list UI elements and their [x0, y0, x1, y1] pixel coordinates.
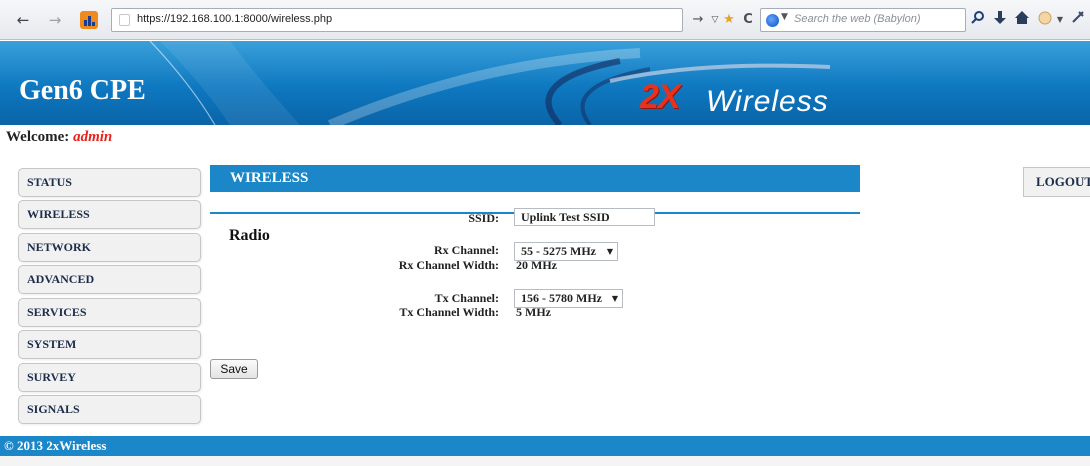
chevron-down-icon: ▼	[611, 294, 618, 303]
header-swoosh-graphic	[149, 41, 831, 125]
radio-heading: Radio	[229, 227, 270, 244]
sidebar-item-signals[interactable]: SIGNALS	[18, 395, 201, 424]
site-footer: © 2013 2xWireless	[0, 436, 1090, 456]
rx-channel-width-label: Rx Channel Width:	[398, 258, 499, 272]
sidebar-item-advanced[interactable]: ADVANCED	[18, 265, 201, 294]
page-bottom-strip	[0, 456, 1090, 466]
tx-channel-width-value: 5 MHz	[516, 305, 551, 319]
tx-channel-value: 156 - 5780 MHz	[521, 291, 602, 305]
back-arrow-icon[interactable]: ←	[13, 10, 33, 30]
logout-button[interactable]: LOGOUT	[1023, 167, 1090, 197]
sidebar-item-status[interactable]: STATUS	[18, 168, 201, 197]
addon-dropdown-icon[interactable]: ▼	[1050, 10, 1070, 30]
section-title-bar: WIRELESS	[210, 165, 860, 192]
sidebar-item-network[interactable]: NETWORK	[18, 233, 201, 262]
welcome-username: admin	[73, 129, 113, 145]
site-header: Gen6 CPE 2X Wireless	[0, 41, 1090, 125]
star-bookmark-icon[interactable]: ★	[719, 10, 739, 30]
pin-icon[interactable]	[1068, 10, 1088, 30]
welcome-message: Welcome: admin	[6, 129, 112, 146]
save-button[interactable]: Save	[210, 359, 258, 379]
search-engine-icon[interactable]	[766, 14, 779, 27]
brand-logo-suffix: Wireless	[706, 85, 829, 118]
ssid-input[interactable]	[514, 208, 655, 226]
search-engine-dropdown-icon[interactable]: ▼	[781, 12, 788, 22]
browser-toolbar: ← → https://192.168.100.1:8000/wireless.…	[0, 0, 1090, 40]
forward-arrow-icon[interactable]: →	[45, 10, 65, 30]
rx-channel-label: Rx Channel:	[433, 243, 499, 257]
tx-channel-label: Tx Channel:	[434, 291, 499, 305]
site-bookmark-icon[interactable]	[80, 11, 98, 29]
tx-channel-width-label: Tx Channel Width:	[399, 305, 499, 319]
rx-channel-value: 55 - 5275 MHz	[521, 244, 596, 258]
home-icon[interactable]	[1012, 10, 1032, 30]
url-text[interactable]: https://192.168.100.1:8000/wireless.php	[137, 13, 332, 25]
search-input[interactable]: Search the web (Babylon)	[794, 13, 921, 25]
sidebar-item-system[interactable]: SYSTEM	[18, 330, 201, 359]
site-identity-icon[interactable]	[119, 14, 130, 26]
welcome-label: Welcome:	[6, 129, 70, 145]
search-magnifier-icon[interactable]	[968, 10, 988, 30]
ssid-label: SSID:	[468, 211, 499, 225]
address-bar[interactable]: https://192.168.100.1:8000/wireless.php	[111, 8, 683, 32]
reload-icon[interactable]: C	[738, 10, 758, 30]
sidebar-item-survey[interactable]: SURVEY	[18, 363, 201, 392]
sidebar-item-wireless[interactable]: WIRELESS	[18, 200, 201, 229]
chevron-down-icon: ▼	[606, 247, 613, 256]
site-title: Gen6 CPE	[19, 75, 146, 106]
search-bar[interactable]: ▼ Search the web (Babylon)	[760, 8, 966, 32]
rx-channel-width-value: 20 MHz	[516, 258, 557, 272]
brand-logo-prefix: 2X	[640, 78, 681, 116]
download-icon[interactable]	[990, 10, 1010, 30]
sidebar-item-services[interactable]: SERVICES	[18, 298, 201, 327]
